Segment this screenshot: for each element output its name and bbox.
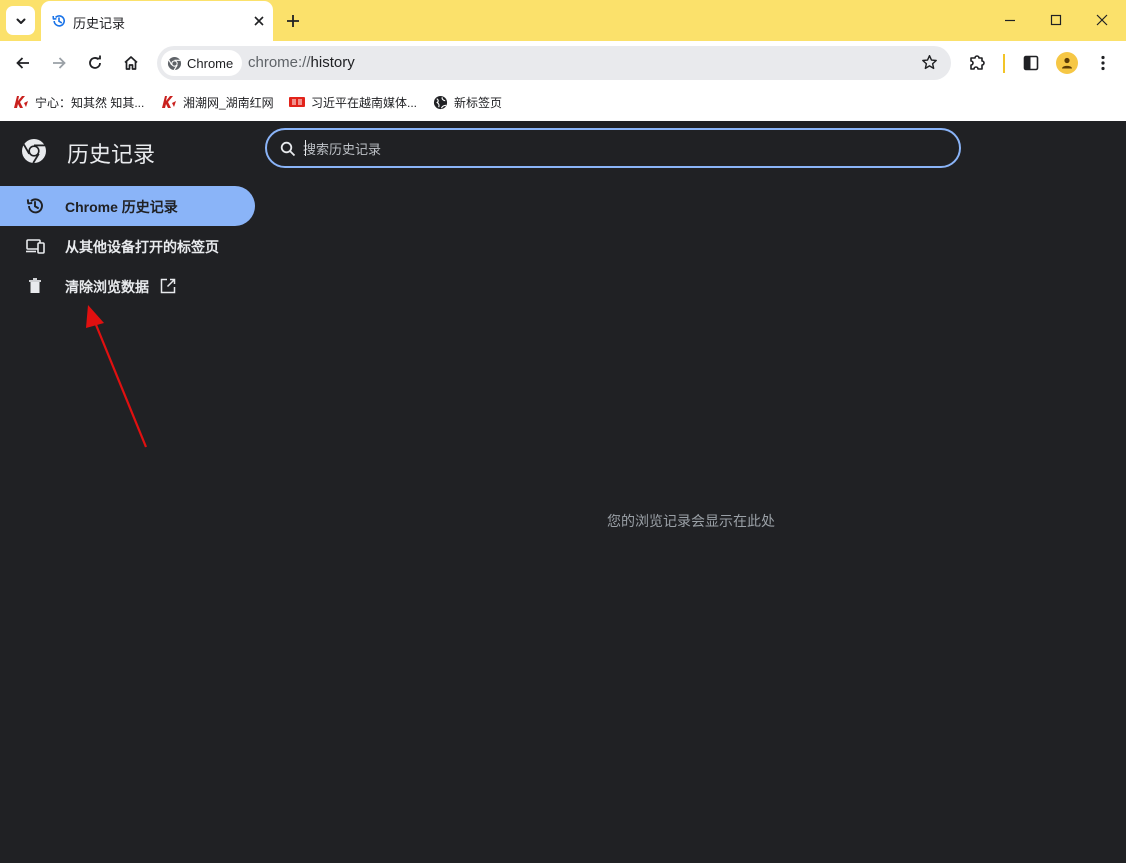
empty-history-message: 您的浏览记录会显示在此处 [607,513,775,529]
back-button[interactable] [11,51,35,75]
url-text[interactable]: chrome://history [248,54,355,71]
text-cursor [305,140,306,156]
arrow-left-icon [16,57,29,69]
bookmark-item[interactable]: 习近平在越南媒体... [289,93,417,111]
maximize-button[interactable] [1043,8,1069,32]
chrome-logo-icon [167,56,182,70]
page-title: 历史记录 [67,142,156,167]
home-icon [124,56,138,70]
minimize-button[interactable] [997,8,1023,32]
bookmark-item[interactable]: 湘潮网_湖南红网 [161,93,274,111]
close-icon [1096,14,1108,26]
kuaikan-icon [14,96,28,108]
profile-avatar[interactable] [1056,52,1078,74]
sidebar-item-other-devices[interactable]: 从其他设备打开的标签页 [0,226,255,266]
home-button[interactable] [119,51,143,75]
extensions-button[interactable] [966,51,990,75]
maximize-icon [1050,14,1062,26]
person-icon [1062,57,1072,69]
bookmark-label: 新标签页 [454,95,503,110]
search-input[interactable] [303,139,943,159]
tab-history[interactable]: 历史记录 [41,1,273,41]
bookmark-label: 宁心：知其然 知其... [35,95,145,110]
history-icon [52,15,65,27]
trash-icon [25,276,45,296]
external-link-icon [159,277,177,295]
url-scheme: chrome:// [248,54,311,71]
new-tab-button[interactable] [283,11,303,31]
history-icon [25,196,45,216]
plus-icon [287,15,299,27]
star-icon [922,54,937,70]
toolbar: Chrome chrome://history [0,41,1126,85]
bookmark-item[interactable]: 新标签页 [433,93,502,111]
bookmark-label: 湘潮网_湖南红网 [183,95,274,110]
globe-icon [433,95,448,109]
site-info-chip[interactable]: Chrome [161,50,243,76]
toutiao-icon [289,97,305,107]
bookmarks-bar: 宁心：知其然 知其... 湘潮网_湖南红网 习近平在越南媒体... 新标签页 [0,85,1126,121]
sidebar-item-label: 从其他设备打开的标签页 [65,239,219,255]
chevron-down-icon [16,18,25,24]
reload-icon [89,55,101,69]
url-host: history [310,54,355,71]
side-panel-icon [1023,55,1039,71]
chrome-menu-button[interactable] [1091,51,1115,75]
side-panel-button[interactable] [1019,51,1043,75]
chrome-logo-icon [22,139,46,164]
tab-close-button[interactable] [251,13,267,29]
bookmark-label: 习近平在越南媒体... [311,95,418,110]
address-bar[interactable]: Chrome chrome://history [157,46,951,80]
bookmark-item[interactable]: 宁心：知其然 知其... [13,93,144,111]
close-window-button[interactable] [1089,8,1115,32]
kuaikan-icon [162,96,176,108]
toolbar-separator [1003,54,1005,73]
tab-search-button[interactable] [6,6,35,35]
bookmark-star-button[interactable] [921,54,938,71]
sidebar-item-clear-browsing-data[interactable]: 清除浏览数据 [0,266,255,306]
red-arrow-annotation [86,305,148,448]
arrow-right-icon [53,57,66,69]
history-page: 历史记录 Chrome 历史记录 从其他设备打开的标签页 [0,121,1126,863]
tab-strip: 历史记录 [0,0,1126,41]
devices-icon [25,236,45,256]
history-search-box[interactable] [265,128,961,168]
forward-button[interactable] [47,51,71,75]
more-vertical-icon [1101,55,1105,71]
reload-button[interactable] [83,51,107,75]
sidebar-item-chrome-history[interactable]: Chrome 历史记录 [0,186,255,226]
site-chip-label: Chrome [187,55,234,71]
sidebar-item-label: 清除浏览数据 [65,279,149,295]
tab-title: 历史记录 [73,16,126,31]
search-icon [280,141,296,157]
puzzle-icon [970,55,985,70]
close-icon [254,16,264,26]
minimize-icon [1005,19,1015,22]
sidebar-item-label: Chrome 历史记录 [65,199,178,215]
